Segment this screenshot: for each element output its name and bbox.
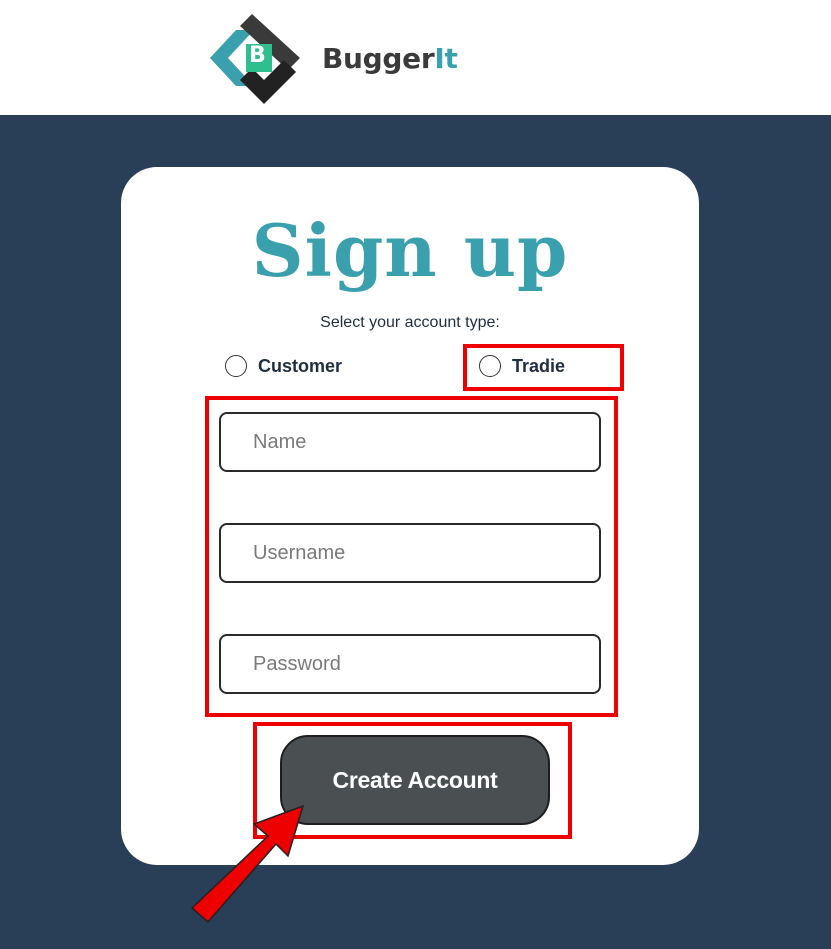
customer-radio[interactable] — [225, 355, 247, 377]
brand-name-main: Bugger — [322, 41, 435, 75]
account-type-prompt: Select your account type: — [320, 314, 500, 331]
brand-logo[interactable]: B BuggerIt — [206, 10, 458, 106]
header: B BuggerIt — [0, 0, 831, 115]
tradie-option-highlight — [463, 344, 624, 391]
form-fields-highlight — [205, 396, 618, 717]
customer-radio-label[interactable]: Customer — [258, 356, 342, 377]
buggerit-logo-icon: B — [206, 10, 308, 106]
radio-option-customer[interactable]: Customer — [225, 355, 342, 377]
logo-letter: B — [249, 43, 266, 68]
brand-name: BuggerIt — [322, 42, 458, 75]
page-title: Sign up — [251, 208, 569, 293]
brand-name-accent: It — [434, 41, 458, 75]
pointer-arrow-icon — [190, 804, 305, 924]
